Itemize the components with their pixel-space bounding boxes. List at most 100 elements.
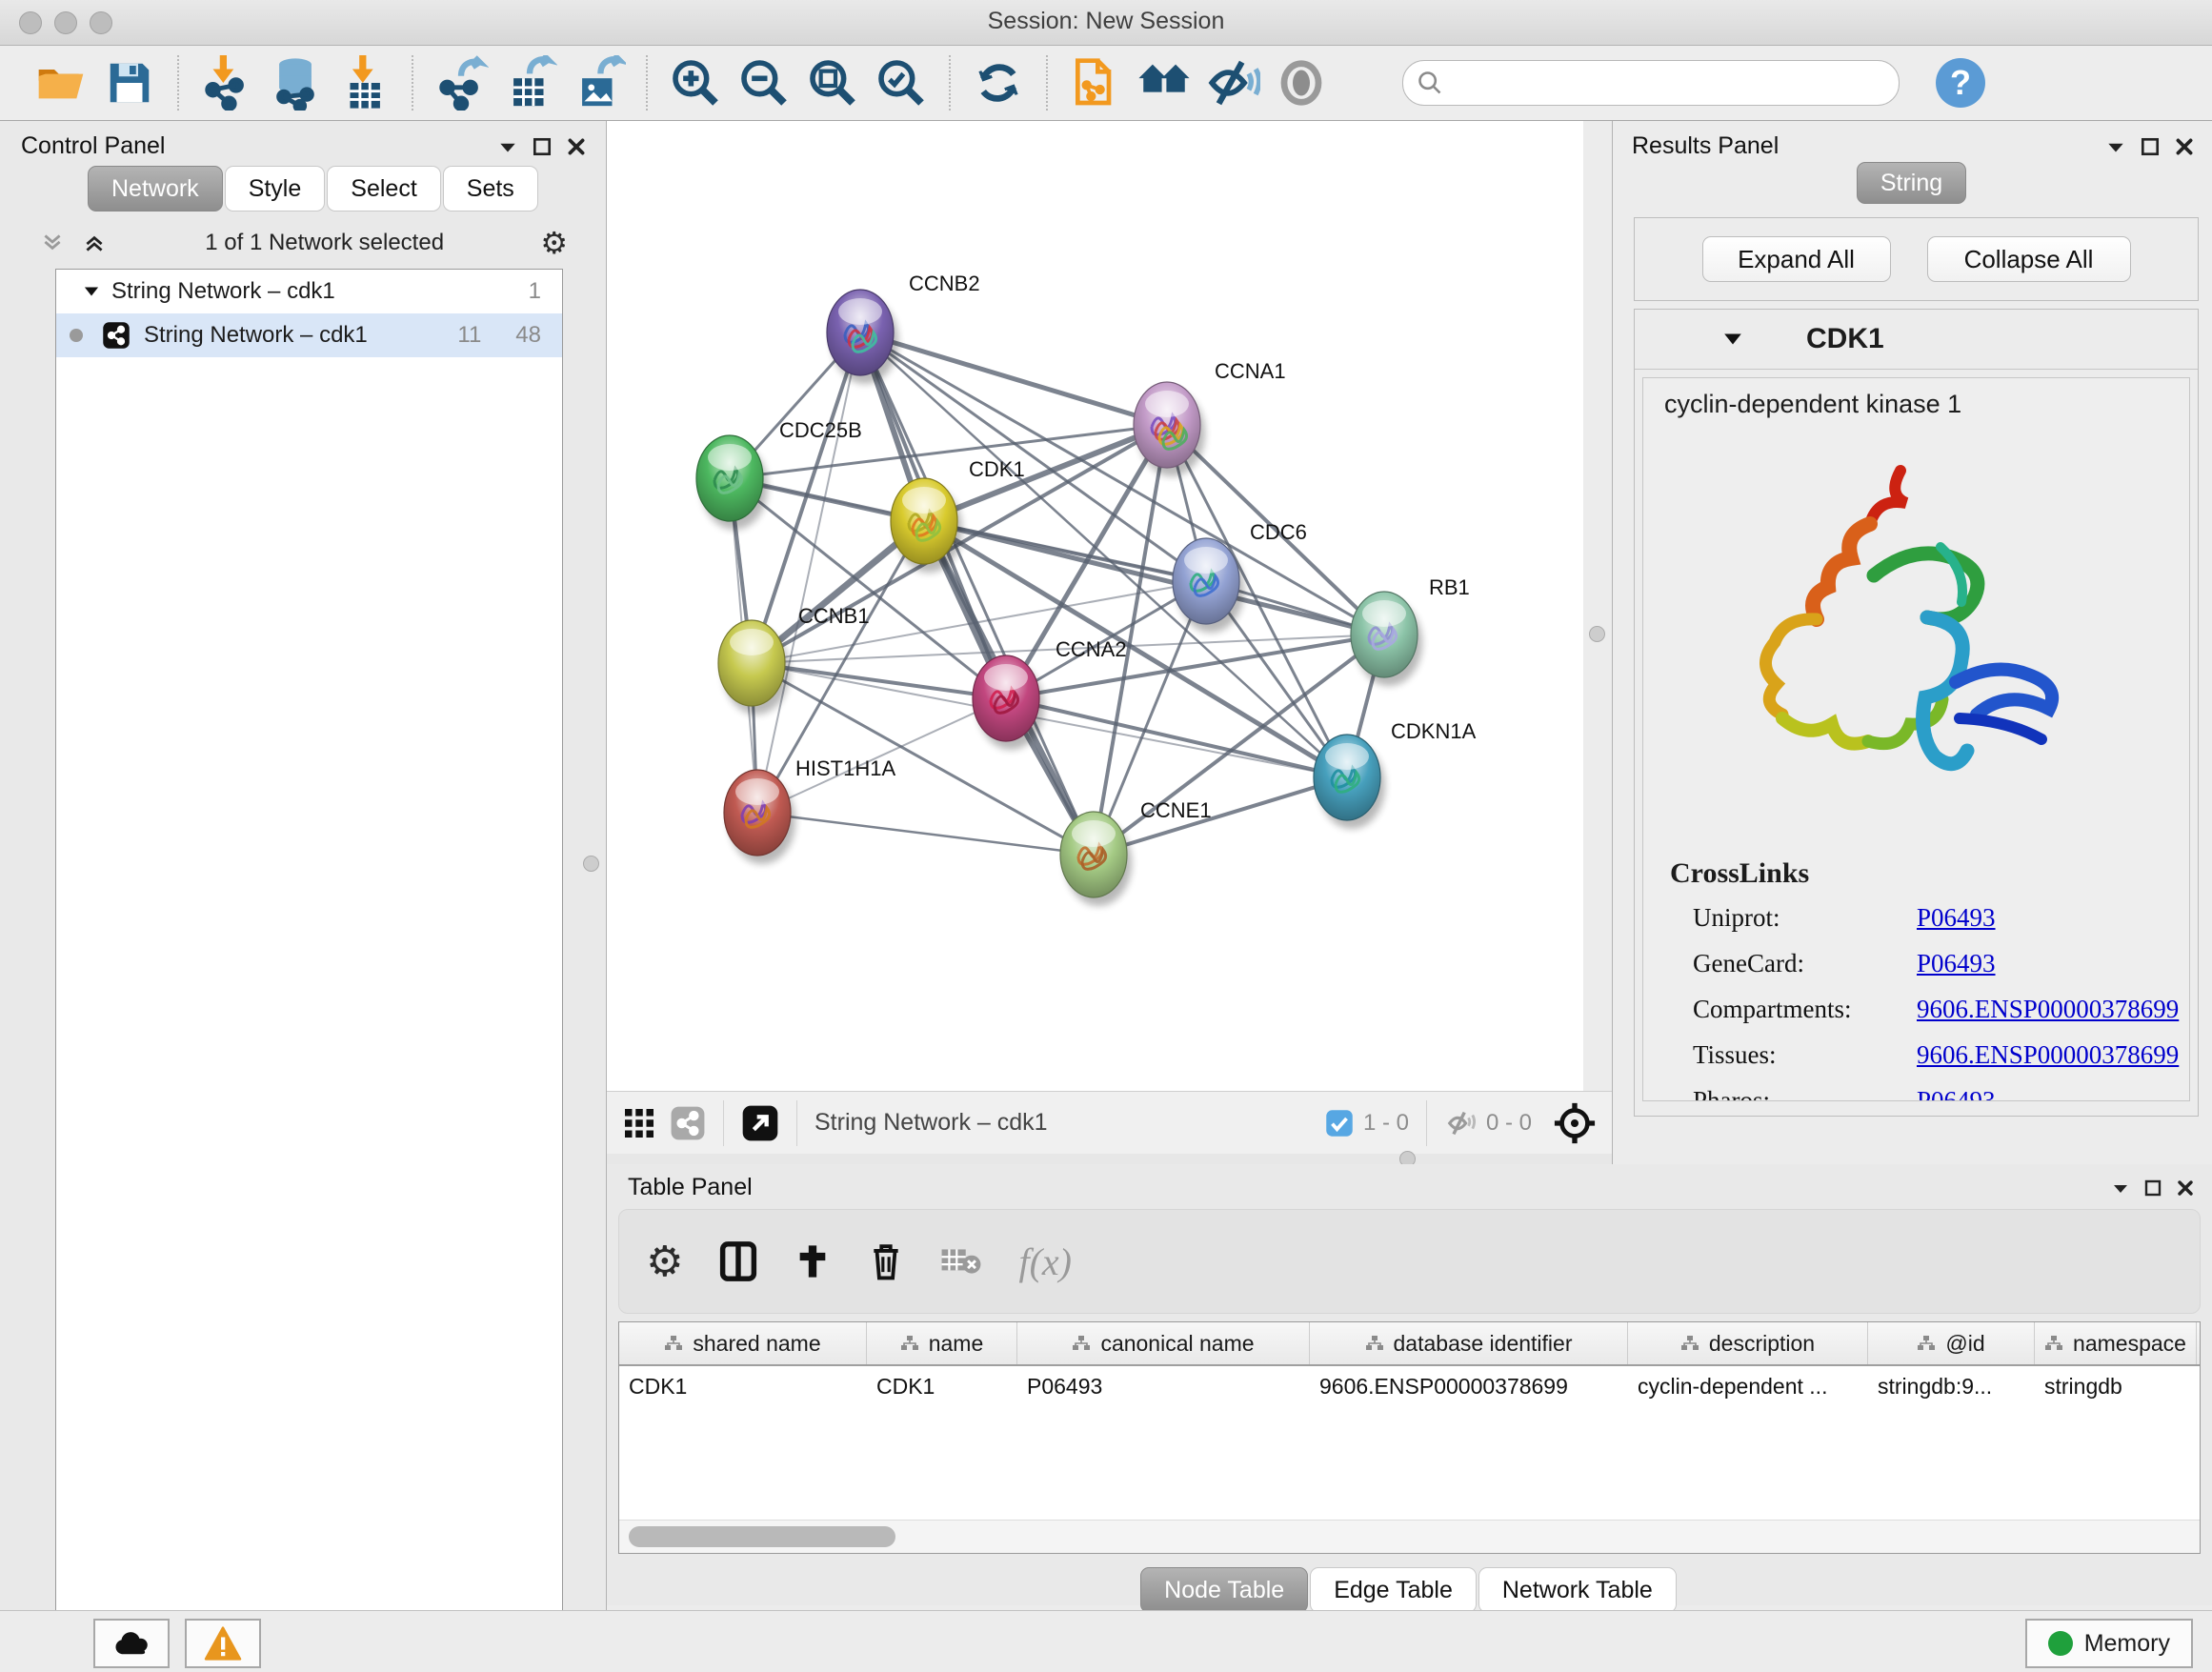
memory-button[interactable]: Memory xyxy=(2025,1619,2193,1668)
horizontal-scrollbar[interactable] xyxy=(619,1520,2200,1553)
table-row[interactable]: CDK1CDK1P064939606.ENSP00000378699cyclin… xyxy=(619,1366,2200,1406)
export-table-icon[interactable] xyxy=(495,52,564,113)
table-cell[interactable]: CDK1 xyxy=(619,1366,867,1406)
network-node-RB1[interactable] xyxy=(1351,592,1422,686)
network-row-selected[interactable]: String Network – cdk1 11 48 xyxy=(56,313,562,357)
network-edge[interactable] xyxy=(924,521,1384,635)
crosslink-link[interactable]: P06493 xyxy=(1917,1086,1996,1101)
float-panel-icon[interactable] xyxy=(532,136,553,157)
expand-all-button[interactable]: Expand All xyxy=(1702,236,1891,282)
import-database-icon[interactable] xyxy=(261,52,330,113)
tab-node-table[interactable]: Node Table xyxy=(1140,1567,1308,1613)
network-edge[interactable] xyxy=(757,813,1094,855)
panel-menu-icon[interactable] xyxy=(2111,1178,2130,1198)
network-canvas[interactable]: CCNB2CCNA1CDC25BCDK1CDC6RB1CCNB1CCNA2CDK… xyxy=(607,121,1583,1091)
session-docs-icon[interactable] xyxy=(1061,52,1130,113)
column-header-name[interactable]: name xyxy=(867,1322,1017,1364)
close-panel-icon[interactable] xyxy=(566,136,587,157)
open-in-window-icon[interactable] xyxy=(741,1104,779,1142)
tab-string[interactable]: String xyxy=(1857,162,1966,204)
splitter-handle[interactable] xyxy=(1589,626,1605,642)
left-splitter-handle[interactable] xyxy=(583,856,599,872)
network-collection-row[interactable]: String Network – cdk1 1 xyxy=(56,270,562,313)
network-edge[interactable] xyxy=(1006,698,1347,777)
fit-content-crosshair-icon[interactable] xyxy=(1553,1101,1597,1145)
zoom-selected-icon[interactable] xyxy=(867,52,935,113)
tab-sets[interactable]: Sets xyxy=(443,166,538,212)
network-edge[interactable] xyxy=(757,698,1006,813)
birds-eye-grid-icon[interactable] xyxy=(622,1106,656,1140)
table-cell[interactable]: P06493 xyxy=(1017,1366,1310,1406)
show-eye-icon[interactable] xyxy=(1267,52,1336,113)
network-node-HIST1H1A[interactable] xyxy=(724,770,795,864)
hidden-elements-badge[interactable]: 0 - 0 xyxy=(1444,1107,1532,1139)
network-node-CDKN1A[interactable] xyxy=(1314,735,1385,829)
close-panel-icon[interactable] xyxy=(2174,136,2195,157)
tab-edge-table[interactable]: Edge Table xyxy=(1310,1567,1477,1613)
homes-icon[interactable] xyxy=(1130,52,1198,113)
export-image-icon[interactable] xyxy=(564,52,633,113)
columns-icon[interactable] xyxy=(719,1240,757,1282)
network-edge[interactable] xyxy=(757,332,860,813)
import-network-icon[interactable] xyxy=(192,52,261,113)
hide-eye-icon[interactable] xyxy=(1198,52,1267,113)
help-icon[interactable]: ? xyxy=(1936,58,1985,108)
collapse-all-button[interactable]: Collapse All xyxy=(1927,236,2131,282)
tab-select[interactable]: Select xyxy=(327,166,440,212)
network-share-icon[interactable] xyxy=(670,1105,706,1141)
panel-menu-icon[interactable] xyxy=(2105,136,2126,157)
import-table-icon[interactable] xyxy=(330,52,398,113)
function-icon[interactable]: f(x) xyxy=(1018,1239,1072,1284)
column-header-description[interactable]: description xyxy=(1628,1322,1868,1364)
open-folder-icon[interactable] xyxy=(27,52,95,113)
export-network-icon[interactable] xyxy=(427,52,495,113)
float-panel-icon[interactable] xyxy=(2143,1178,2162,1198)
cloud-button[interactable] xyxy=(93,1619,170,1668)
network-edge[interactable] xyxy=(1094,777,1347,855)
right-splitter[interactable] xyxy=(1583,121,1612,1164)
column-header-canonical-name[interactable]: canonical name xyxy=(1017,1322,1310,1364)
crosslink-link[interactable]: 9606.ENSP00000378699 xyxy=(1917,995,2179,1024)
expand-all-icon[interactable] xyxy=(80,231,109,255)
save-icon[interactable] xyxy=(95,52,164,113)
clear-table-icon[interactable] xyxy=(940,1244,982,1279)
tab-network-table[interactable]: Network Table xyxy=(1478,1567,1677,1613)
crosslink-link[interactable]: 9606.ENSP00000378699 xyxy=(1917,1040,2179,1070)
network-node-CCNB2[interactable] xyxy=(827,290,898,384)
refresh-icon[interactable] xyxy=(964,52,1033,113)
crosslink-link[interactable]: P06493 xyxy=(1917,949,1996,978)
zoom-out-icon[interactable] xyxy=(730,52,798,113)
column-header-database-identifier[interactable]: database identifier xyxy=(1310,1322,1628,1364)
network-node-CCNA2[interactable] xyxy=(973,655,1044,750)
panel-menu-icon[interactable] xyxy=(497,136,518,157)
table-cell[interactable]: stringdb:9... xyxy=(1868,1366,2035,1406)
search-input[interactable] xyxy=(1451,69,1885,97)
table-cell[interactable]: 9606.ENSP00000378699 xyxy=(1310,1366,1628,1406)
delete-column-icon[interactable] xyxy=(868,1240,904,1282)
warning-button[interactable] xyxy=(185,1619,261,1668)
scrollbar-thumb[interactable] xyxy=(629,1526,895,1547)
column-header-shared-name[interactable]: shared name xyxy=(619,1322,867,1364)
selected-nodes-badge[interactable]: 1 - 0 xyxy=(1325,1109,1409,1138)
table-cell[interactable]: stringdb xyxy=(2035,1366,2197,1406)
table-cell[interactable]: cyclin-dependent ... xyxy=(1628,1366,1868,1406)
close-panel-icon[interactable] xyxy=(2176,1178,2195,1198)
column-header-namespace[interactable]: namespace xyxy=(2035,1322,2197,1364)
collection-expander-icon[interactable] xyxy=(83,284,100,299)
zoom-in-icon[interactable] xyxy=(661,52,730,113)
crosslink-link[interactable]: P06493 xyxy=(1917,903,1996,933)
network-options-gear-icon[interactable]: ⚙ xyxy=(540,225,568,261)
column-header--id[interactable]: @id xyxy=(1868,1322,2035,1364)
table-cell[interactable]: CDK1 xyxy=(867,1366,1017,1406)
tab-style[interactable]: Style xyxy=(225,166,326,212)
network-edge[interactable] xyxy=(860,332,1167,425)
toolbar-search[interactable] xyxy=(1402,60,1900,106)
network-node-CCNE1[interactable] xyxy=(1060,812,1132,906)
collapse-all-icon[interactable] xyxy=(38,231,67,255)
add-column-icon[interactable] xyxy=(794,1240,832,1282)
entry-expander-icon[interactable] xyxy=(1722,330,1743,349)
zoom-fit-icon[interactable] xyxy=(798,52,867,113)
gear-icon[interactable]: ⚙ xyxy=(646,1238,683,1286)
float-panel-icon[interactable] xyxy=(2140,136,2161,157)
tab-network[interactable]: Network xyxy=(88,166,223,212)
